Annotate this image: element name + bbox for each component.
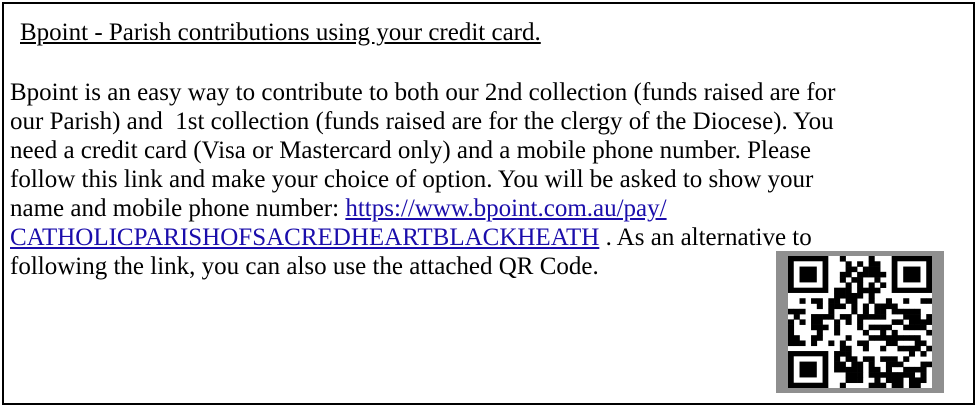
body-line-5: name and mobile phone number: https://ww… — [10, 194, 960, 223]
notice-frame: Bpoint - Parish contributions using your… — [2, 2, 975, 405]
body-line-3: need a credit card (Visa or Mastercard o… — [10, 137, 811, 164]
bpoint-link-part-2[interactable]: CATHOLICPARISHOFSACREDHEARTBLACKHEATH — [10, 224, 599, 251]
qr-code-icon — [788, 256, 932, 388]
body-line-2: our Parish) and 1st collection (funds ra… — [10, 108, 834, 135]
qr-code-frame — [776, 251, 944, 393]
notice-title: Bpoint - Parish contributions using your… — [20, 19, 541, 46]
body-line-6: CATHOLICPARISHOFSACREDHEARTBLACKHEATH . … — [10, 223, 960, 252]
bpoint-link-part-1[interactable]: https://www.bpoint.com.au/pay/ — [345, 195, 666, 222]
body-line-4: follow this link and make your choice of… — [10, 166, 814, 193]
body-line-1: Bpoint is an easy way to contribute to b… — [10, 79, 836, 106]
body-line-5-text: name and mobile phone number: — [10, 195, 346, 222]
body-line-6-text: . As an alternative to — [599, 224, 812, 251]
